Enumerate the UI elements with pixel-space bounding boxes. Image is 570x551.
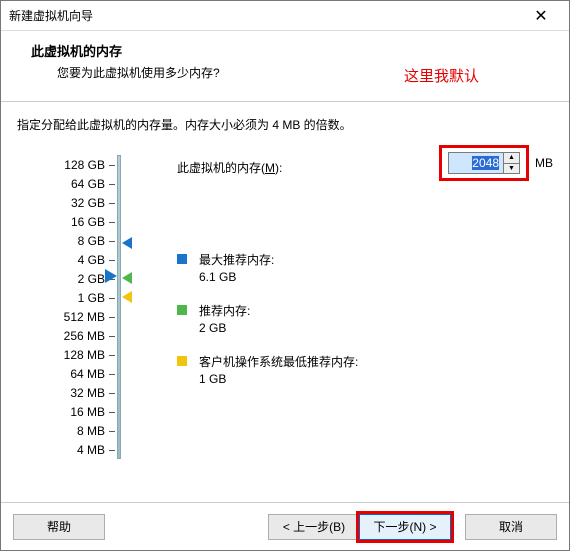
wizard-header: 此虚拟机的内存 您要为此虚拟机使用多少内存? 这里我默认	[1, 31, 569, 102]
input-highlight: ▲ ▼	[439, 145, 529, 181]
max-rec-text: 最大推荐内存: 6.1 GB	[199, 251, 274, 284]
back-button[interactable]: < 上一步(B)	[268, 514, 360, 540]
tick-list: 128 GB64 GB32 GB16 GB8 GB4 GB2 GB1 GB512…	[17, 155, 127, 459]
rec-title: 推荐内存:	[199, 302, 250, 319]
recommended-memory: 推荐内存: 2 GB	[177, 302, 553, 335]
max-recommendation: 最大推荐内存: 6.1 GB	[177, 251, 553, 284]
memory-label-prefix: 此虚拟机的内存(	[177, 161, 265, 175]
scale-tick: 16 GB	[17, 212, 127, 231]
scale-tick: 64 GB	[17, 174, 127, 193]
memory-spinner: ▲ ▼	[448, 152, 520, 174]
max-rec-value: 6.1 GB	[199, 270, 274, 284]
instruction-text: 指定分配给此虚拟机的内存量。内存大小必须为 4 MB 的倍数。	[17, 116, 553, 133]
rec-value: 2 GB	[199, 321, 250, 335]
scale-tick: 1 GB	[17, 288, 127, 307]
window-title: 新建虚拟机向导	[9, 7, 521, 24]
memory-details: 此虚拟机的内存(M): ▲ ▼ MB	[177, 155, 553, 386]
min-rec-value: 1 GB	[199, 372, 358, 386]
scale-tick: 512 MB	[17, 307, 127, 326]
wizard-footer: 帮助 < 上一步(B) 下一步(N) > 取消	[1, 502, 569, 550]
scale-tick: 128 MB	[17, 345, 127, 364]
next-button[interactable]: 下一步(N) >	[359, 514, 451, 540]
memory-scale: 128 GB64 GB32 GB16 GB8 GB4 GB2 GB1 GB512…	[17, 155, 127, 459]
rec-text: 推荐内存: 2 GB	[199, 302, 250, 335]
wizard-body: 指定分配给此虚拟机的内存量。内存大小必须为 4 MB 的倍数。 128 GB64…	[1, 102, 569, 502]
wizard-window: 新建虚拟机向导 ✕ 此虚拟机的内存 您要为此虚拟机使用多少内存? 这里我默认 指…	[0, 0, 570, 551]
scale-tick: 64 MB	[17, 364, 127, 383]
scale-tick: 32 MB	[17, 383, 127, 402]
scale-tick: 32 GB	[17, 193, 127, 212]
scale-tick: 4 GB	[17, 250, 127, 269]
yellow-square-icon	[177, 356, 187, 366]
current-marker-icon	[105, 269, 117, 283]
green-square-icon	[177, 305, 187, 315]
memory-label-row: 此虚拟机的内存(M): ▲ ▼ MB	[177, 153, 553, 181]
close-icon[interactable]: ✕	[521, 6, 561, 26]
memory-input-wrap: ▲ ▼ MB	[439, 145, 553, 181]
min-recommendation: 客户机操作系统最低推荐内存: 1 GB	[177, 353, 553, 386]
blue-square-icon	[177, 254, 187, 264]
help-button[interactable]: 帮助	[13, 514, 105, 540]
memory-label-accel: M	[265, 161, 275, 175]
titlebar: 新建虚拟机向导 ✕	[1, 1, 569, 31]
user-annotation: 这里我默认	[404, 65, 479, 86]
scale-tick: 256 MB	[17, 326, 127, 345]
min-rec-text: 客户机操作系统最低推荐内存: 1 GB	[199, 353, 358, 386]
memory-row: 128 GB64 GB32 GB16 GB8 GB4 GB2 GB1 GB512…	[17, 155, 553, 459]
spinner-up-icon[interactable]: ▲	[504, 153, 519, 164]
scale-tick: 8 MB	[17, 421, 127, 440]
scale-tick: 128 GB	[17, 155, 127, 174]
max-marker-icon	[122, 237, 132, 249]
memory-label-suffix: ):	[275, 161, 282, 175]
nav-button-pair: < 上一步(B) 下一步(N) >	[269, 514, 451, 540]
memory-slider[interactable]	[117, 155, 121, 459]
min-marker-icon	[122, 291, 132, 303]
memory-input-label: 此虚拟机的内存(M):	[177, 159, 282, 176]
spinner-down-icon[interactable]: ▼	[504, 164, 519, 174]
scale-tick: 4 MB	[17, 440, 127, 459]
scale-tick: 16 MB	[17, 402, 127, 421]
max-rec-title: 最大推荐内存:	[199, 251, 274, 268]
page-title: 此虚拟机的内存	[31, 41, 549, 60]
memory-input[interactable]	[449, 153, 503, 173]
min-rec-title: 客户机操作系统最低推荐内存:	[199, 353, 358, 370]
rec-marker-icon	[122, 272, 132, 284]
memory-unit: MB	[535, 156, 553, 170]
scale-tick: 8 GB	[17, 231, 127, 250]
spinner-arrows: ▲ ▼	[503, 153, 519, 173]
cancel-button[interactable]: 取消	[465, 514, 557, 540]
